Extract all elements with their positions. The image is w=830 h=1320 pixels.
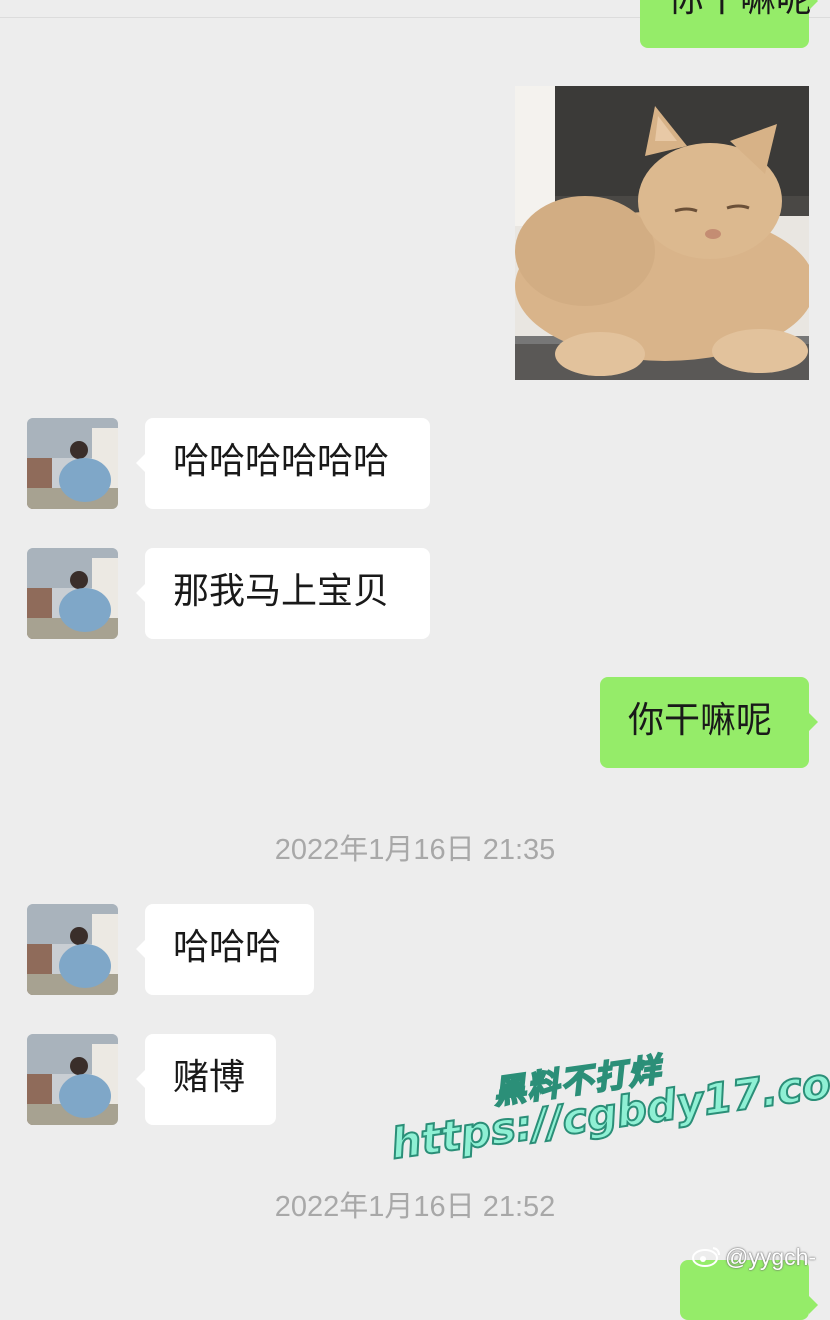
message-bubble-received[interactable]: 哈哈哈哈哈哈: [136, 418, 430, 509]
message-text: 哈哈哈: [173, 927, 282, 968]
avatar[interactable]: [27, 418, 118, 509]
message-bubble-received[interactable]: 那我马上宝贝: [136, 548, 430, 639]
message-bubble-received[interactable]: 赌博: [136, 1034, 276, 1125]
message-bubble-sent[interactable]: 你干嘛呢: [600, 677, 818, 768]
weibo-watermark: @yygch-: [692, 1244, 816, 1273]
message-text: 赌博: [173, 1057, 246, 1098]
timestamp: 2022年1月16日 21:35: [274, 834, 556, 866]
timestamp: 2022年1月16日 21:52: [274, 1191, 556, 1223]
message-bubble-received[interactable]: 哈哈哈: [136, 904, 314, 995]
message-text: 你干嘛呢: [668, 0, 812, 20]
avatar[interactable]: [27, 1034, 118, 1125]
message-text: 你干嘛呢: [628, 700, 773, 741]
message-text: 那我马上宝贝: [173, 571, 390, 612]
weibo-icon: [692, 1245, 722, 1273]
message-bubble-sent-partial[interactable]: 你干嘛呢: [640, 0, 818, 48]
cat-sticker-image[interactable]: [515, 86, 809, 380]
avatar[interactable]: [27, 548, 118, 639]
weibo-handle: @yygch-: [725, 1244, 817, 1270]
avatar[interactable]: [27, 904, 118, 995]
message-text: 哈哈哈哈哈哈: [173, 441, 390, 482]
